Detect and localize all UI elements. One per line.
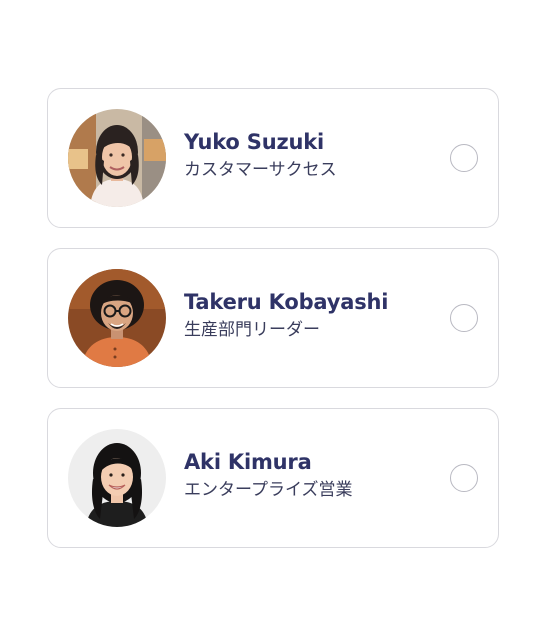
avatar-photo xyxy=(68,269,166,367)
avatar-photo xyxy=(68,429,166,527)
person-role: エンタープライズ営業 xyxy=(184,480,353,500)
avatar-person-icon xyxy=(68,269,166,367)
person-name: Takeru Kobayashi xyxy=(184,290,389,314)
person-name: Yuko Suzuki xyxy=(184,130,324,154)
radio-button[interactable] xyxy=(450,304,478,332)
person-name: Aki Kimura xyxy=(184,450,312,474)
person-option-text: Yuko Suzuki カスタマーサクセス xyxy=(184,129,337,181)
person-role: カスタマーサクセス xyxy=(184,160,337,180)
avatar-person-icon xyxy=(68,429,166,527)
person-option-card-takeru-kobayashi[interactable]: Takeru Kobayashi 生産部門リーダー xyxy=(47,248,499,388)
avatar-person-icon xyxy=(68,109,166,207)
avatar-photo xyxy=(68,109,166,207)
person-option-list: Yuko Suzuki カスタマーサクセス Takeru Kobayashi 生… xyxy=(47,88,499,568)
person-option-card-yuko-suzuki[interactable]: Yuko Suzuki カスタマーサクセス xyxy=(47,88,499,228)
radio-button[interactable] xyxy=(450,464,478,492)
person-option-text: Aki Kimura エンタープライズ営業 xyxy=(184,449,352,501)
radio-button[interactable] xyxy=(450,144,478,172)
person-option-card-aki-kimura[interactable]: Aki Kimura エンタープライズ営業 xyxy=(47,408,499,548)
person-role: 生産部門リーダー xyxy=(184,320,320,340)
person-option-text: Takeru Kobayashi 生産部門リーダー xyxy=(184,289,388,341)
